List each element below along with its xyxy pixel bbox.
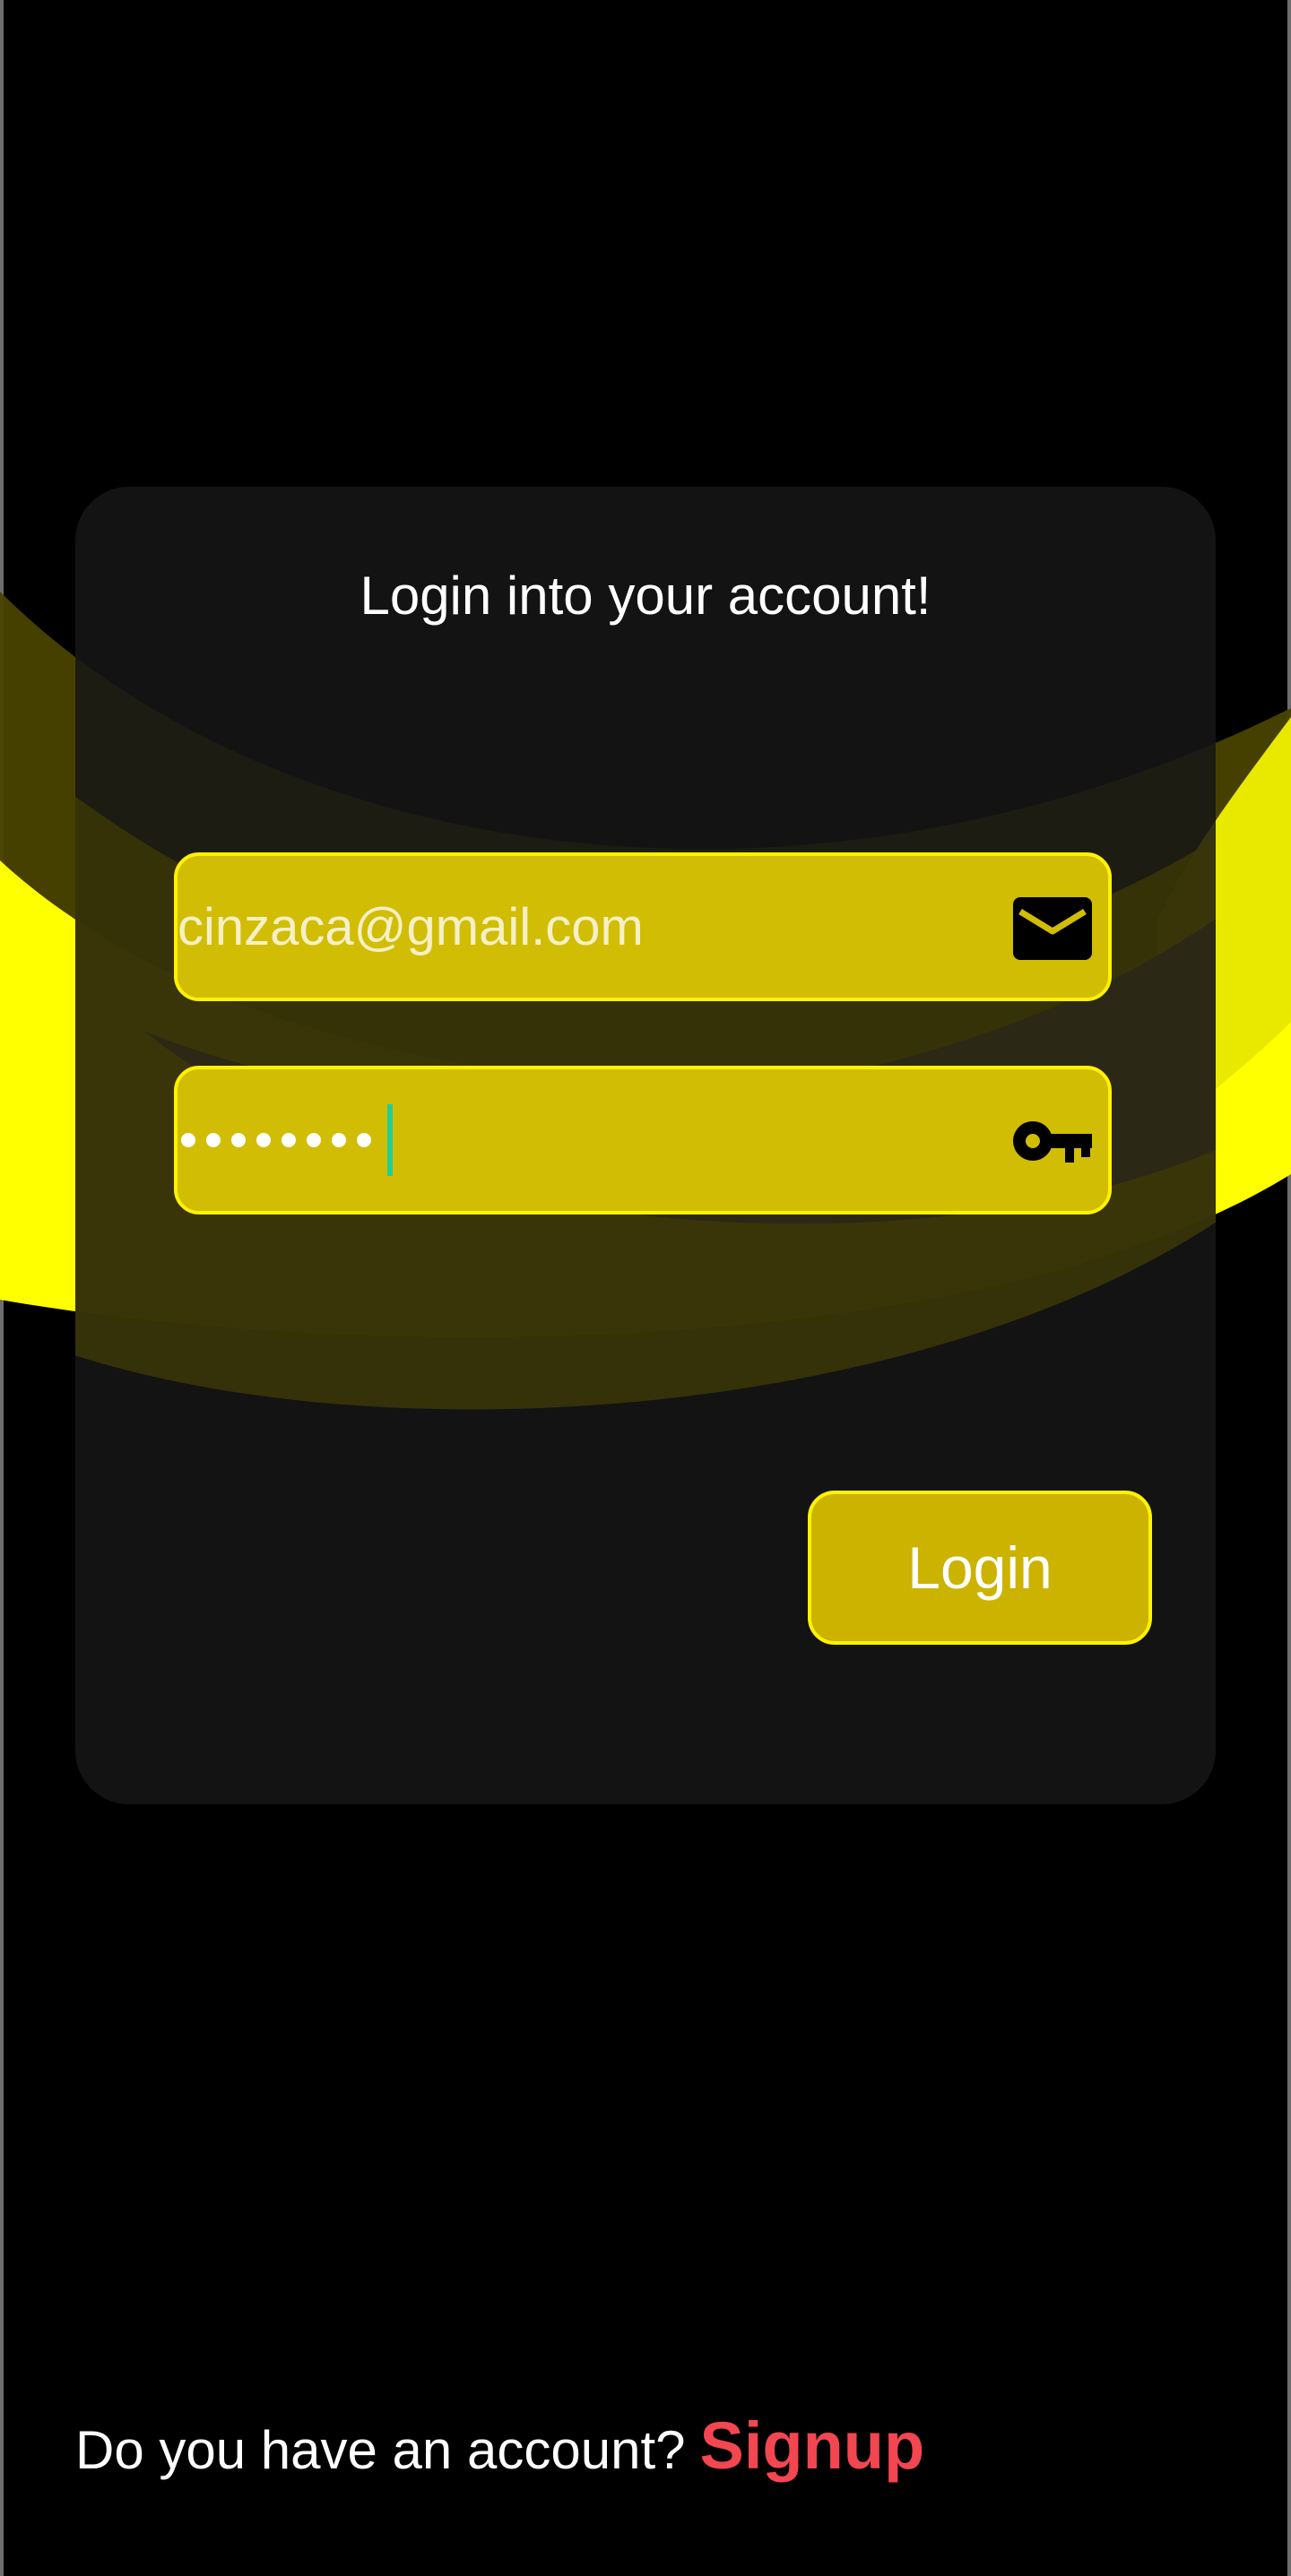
email-field[interactable] (174, 852, 1112, 1001)
card-title: Login into your account! (360, 566, 931, 626)
login-card: Login into your account! Login (75, 487, 1216, 1804)
login-screen: Login into your account! Login (0, 0, 1291, 2576)
text-caret (387, 1104, 393, 1176)
footer: Do you have an account? Signup (75, 2407, 924, 2483)
password-masked-value[interactable] (181, 1104, 393, 1176)
login-button[interactable]: Login (808, 1491, 1152, 1645)
key-icon (1013, 1121, 1092, 1163)
signup-link[interactable]: Signup (699, 2407, 924, 2484)
password-field[interactable] (174, 1066, 1112, 1215)
email-input[interactable] (178, 856, 966, 998)
footer-question: Do you have an account? (75, 2420, 686, 2480)
envelope-icon (1013, 897, 1092, 960)
